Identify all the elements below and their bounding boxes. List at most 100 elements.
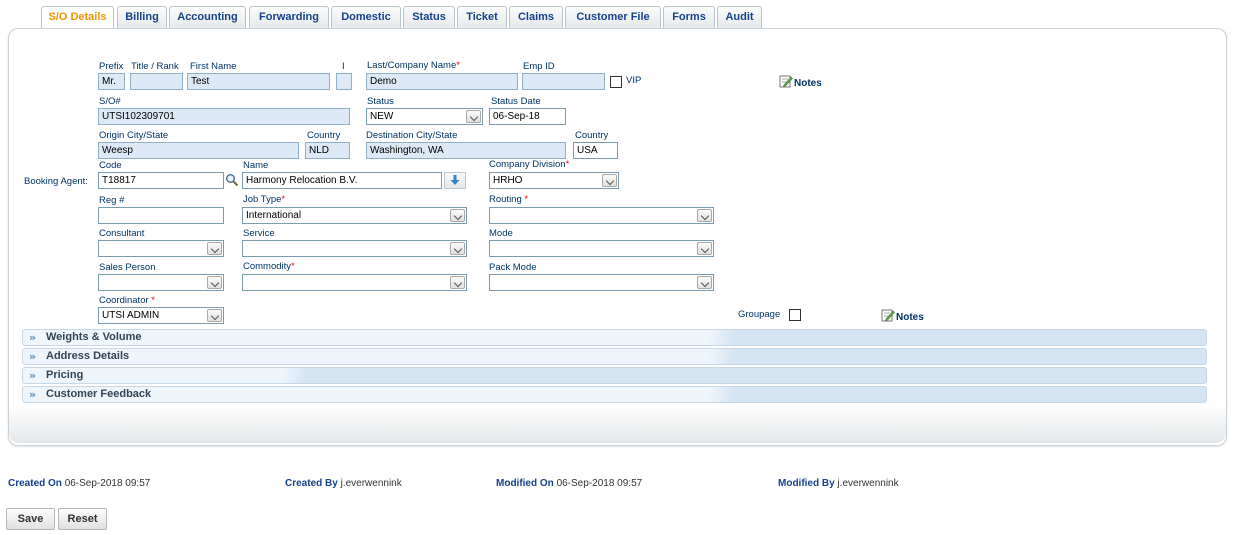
groupage-checkbox[interactable] [789, 309, 801, 321]
reset-button[interactable]: Reset [58, 508, 107, 530]
chevron-down-icon [697, 276, 712, 289]
so-number-label: S/O# [99, 96, 121, 107]
emp-id-label: Emp ID [523, 61, 555, 72]
section-title: Address Details [46, 350, 130, 362]
job-type-select[interactable]: International [242, 207, 467, 224]
last-name-label: Last/Company Name* [367, 60, 460, 71]
emp-id-field[interactable] [522, 73, 605, 90]
prefix-field[interactable]: Mr. [98, 73, 125, 90]
expand-chevron-icon: » [29, 388, 37, 401]
tab-audit[interactable]: Audit [717, 6, 762, 28]
notes-icon [881, 309, 895, 322]
reg-label: Reg # [99, 195, 125, 206]
agent-lookup-button[interactable] [444, 172, 466, 189]
booking-agent-name-field[interactable]: Harmony Relocation B.V. [242, 172, 442, 189]
pack-mode-label: Pack Mode [489, 262, 537, 273]
modified-by: Modified By j.everwennink [778, 478, 899, 489]
tab-forwarding[interactable]: Forwarding [249, 6, 329, 28]
vip-label: VIP [626, 75, 642, 86]
tab-accounting[interactable]: Accounting [169, 6, 246, 28]
coordinator-select[interactable]: UTSI ADMIN [98, 307, 224, 324]
origin-field[interactable]: Weesp [98, 142, 299, 159]
chevron-down-icon [207, 309, 222, 322]
routing-label: Routing * [489, 194, 529, 205]
section-pricing[interactable]: » Pricing [22, 367, 1207, 384]
tab-claims[interactable]: Claims [509, 6, 563, 28]
routing-select[interactable] [489, 207, 714, 224]
coordinator-value: UTSI ADMIN [102, 310, 160, 321]
tab-billing[interactable]: Billing [117, 6, 167, 28]
expand-chevron-icon: » [29, 350, 37, 363]
section-address-details[interactable]: » Address Details [22, 348, 1207, 365]
expand-chevron-icon: » [29, 331, 37, 344]
chevron-down-icon [207, 276, 222, 289]
destination-country-field[interactable]: USA [573, 142, 618, 159]
company-division-value: HRHO [493, 175, 523, 186]
sales-person-label: Sales Person [99, 262, 156, 273]
destination-country-label: Country [575, 130, 609, 141]
pack-mode-select[interactable] [489, 274, 714, 291]
chevron-down-icon [697, 242, 712, 255]
origin-country-label: Country [307, 130, 341, 141]
chevron-down-icon [602, 174, 617, 187]
status-select[interactable]: NEW [366, 108, 483, 125]
tab-forms[interactable]: Forms [663, 6, 715, 28]
mode-label: Mode [489, 228, 513, 239]
prefix-label: Prefix [99, 61, 124, 72]
section-customer-feedback[interactable]: » Customer Feedback [22, 386, 1207, 403]
so-number-field[interactable]: UTSI102309701 [98, 108, 350, 125]
last-name-field[interactable]: Demo [366, 73, 518, 90]
tab-status[interactable]: Status [403, 6, 455, 28]
status-date-label: Status Date [491, 96, 541, 107]
initial-field[interactable] [336, 73, 352, 90]
first-name-label: First Name [190, 61, 237, 72]
company-division-label: Company Division* [489, 159, 570, 170]
chevron-down-icon [450, 209, 465, 222]
save-button[interactable]: Save [6, 508, 55, 530]
job-type-label: Job Type* [243, 194, 286, 205]
first-name-field[interactable]: Test [187, 73, 330, 90]
coordinator-label: Coordinator * [99, 295, 155, 306]
destination-field[interactable]: Washington, WA [366, 142, 566, 159]
service-label: Service [243, 228, 275, 239]
title-label: Title / Rank [131, 61, 179, 72]
sales-person-select[interactable] [98, 274, 224, 291]
section-title: Weights & Volume [46, 331, 142, 343]
destination-label: Destination City/State [366, 130, 458, 141]
consultant-label: Consultant [99, 228, 145, 239]
origin-country-field[interactable]: NLD [305, 142, 350, 159]
status-label: Status [367, 96, 394, 107]
tab-so-details[interactable]: S/O Details [41, 6, 114, 29]
mode-select[interactable] [489, 240, 714, 257]
booking-agent-label: Booking Agent: [24, 176, 88, 187]
initial-label: I [342, 61, 345, 72]
service-select[interactable] [242, 240, 467, 257]
panel-footer-bar [9, 405, 1226, 443]
booking-agent-code-field[interactable]: T18817 [98, 172, 224, 189]
status-date-field[interactable]: 06-Sep-18 [489, 108, 566, 125]
notes-label: Notes [896, 312, 924, 323]
search-icon[interactable] [225, 173, 239, 187]
modified-on: Modified On 06-Sep-2018 09:57 [496, 478, 643, 489]
company-division-select[interactable]: HRHO [489, 172, 619, 189]
tab-domestic[interactable]: Domestic [331, 6, 401, 28]
chevron-down-icon [466, 110, 481, 123]
expand-chevron-icon: » [29, 369, 37, 382]
arrow-down-icon [450, 175, 460, 185]
section-weights-volume[interactable]: » Weights & Volume [22, 329, 1207, 346]
tab-ticket[interactable]: Ticket [457, 6, 507, 28]
section-title: Customer Feedback [46, 388, 152, 400]
tab-customer-file[interactable]: Customer File [565, 6, 661, 28]
chevron-down-icon [450, 242, 465, 255]
groupage-label: Groupage [738, 309, 781, 320]
created-by: Created By j.everwennink [285, 478, 402, 489]
section-title: Pricing [46, 369, 84, 381]
title-field[interactable] [130, 73, 183, 90]
status-value: NEW [370, 111, 394, 122]
consultant-select[interactable] [98, 240, 224, 257]
notes-label: Notes [794, 78, 822, 89]
vip-checkbox[interactable] [610, 76, 622, 88]
commodity-select[interactable] [242, 274, 467, 291]
reg-field[interactable] [98, 207, 224, 224]
created-on: Created On 06-Sep-2018 09:57 [8, 478, 151, 489]
